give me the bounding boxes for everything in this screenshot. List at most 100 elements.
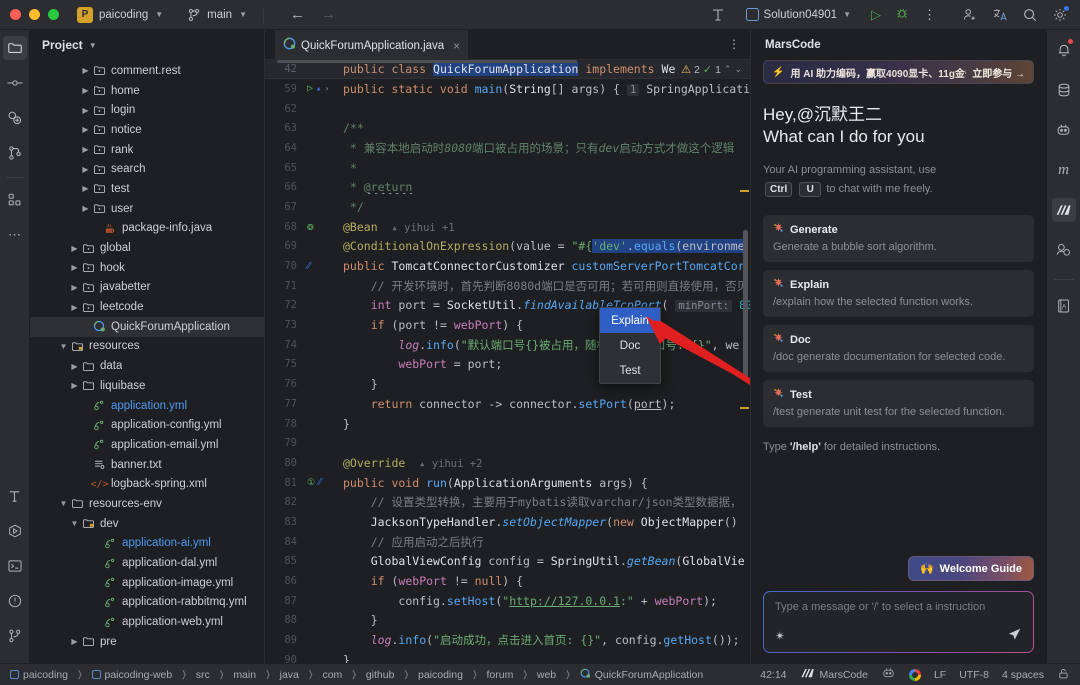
tree-item-leetcode[interactable]: ▶ leetcode [30,297,264,317]
code-line[interactable]: 89 log.info("启动成功，点击进入首页: {}", config.ge… [265,630,750,650]
vertical-scrollbar[interactable] [743,230,748,380]
chevron-right-icon[interactable]: ▶ [80,125,91,134]
chevron-right-icon[interactable]: ▶ [69,303,80,312]
tree-item-search[interactable]: ▶ search [30,159,264,179]
editor-tab-quickforumapplication[interactable]: QuickForumApplication.java × [275,29,469,60]
project-selector[interactable]: P paicoding ▼ [71,5,169,25]
back-arrow-icon[interactable]: ← [290,6,305,23]
tree-item-resources[interactable]: ▼ resources [30,337,264,357]
project-panel-header[interactable]: Project ▼ [30,30,264,60]
code-line[interactable]: 70 ⁄⁄ public TomcatConnectorCustomizer cus… [265,256,750,276]
chevron-right-icon[interactable]: ▶ [80,401,91,410]
chevron-right-icon[interactable]: ▶ [80,145,91,154]
chevron-right-icon[interactable]: ▶ [80,440,91,449]
welcome-guide-button[interactable]: 🙌 Welcome Guide [907,556,1034,581]
chevron-down-icon[interactable]: ▼ [58,342,69,351]
tree-item-resources-env[interactable]: ▼ resources-env [30,494,264,514]
caret-position[interactable]: 42:14 [760,669,786,681]
promo-cta-label[interactable]: 立即参与 → [972,65,1025,80]
tree-item-home[interactable]: ▶ home [30,81,264,101]
send-icon[interactable] [1007,627,1022,645]
tree-item-user[interactable]: ▶ user [30,199,264,219]
chevron-right-icon[interactable]: ▶ [80,421,91,430]
gutter-icons[interactable]: ▷ ▴ › [305,83,338,94]
code-line[interactable]: 84 // 应用启动之后执行 [265,532,750,552]
code-line[interactable]: 64 * 兼容本地启动时8080端口被占用的场景；只有dev启动方式才做这个逻辑 [265,138,750,158]
breadcrumb-item-src[interactable]: src [196,669,210,681]
chevron-right-icon[interactable]: ▶ [80,165,91,174]
code-line[interactable]: 65 * [265,158,750,178]
code-line[interactable]: 87 config.setHost("http://127.0.0.1:" + … [265,591,750,611]
chevron-down-icon[interactable]: ▼ [69,519,80,528]
tree-item-test[interactable]: ▶ test [30,179,264,199]
tree-item-comment-rest[interactable]: ▶ comment.rest [30,61,264,81]
tree-item-rank[interactable]: ▶ rank [30,140,264,160]
context-menu-item-explain[interactable]: Explain [600,308,660,333]
project-tree[interactable]: ▶ comment.rest ▶ home ▶ login ▶ notice ▶ rank ▶ sea… [30,60,264,663]
sidebar-item-more-tools[interactable]: ⋯ [3,223,27,247]
chevron-right-icon[interactable]: ▶ [80,460,91,469]
chevron-right-icon[interactable]: ▶ [91,618,102,627]
message-composer[interactable]: Type a message or '/' to select a instru… [763,591,1034,653]
code-line[interactable]: 78} [265,414,750,434]
chevron-right-icon[interactable]: ▶ [69,244,80,253]
sidebar-item-problems[interactable] [3,589,27,613]
ai-assistant-icon[interactable] [1052,118,1076,142]
marscode-icon[interactable] [1051,198,1076,222]
tree-item-quickforumapplication[interactable]: ▶ QuickForumApplication [30,316,264,337]
chevron-down-icon[interactable]: ▼ [89,41,97,50]
suggestion-card-explain[interactable]: Explain/explain how the selected functio… [763,270,1034,317]
sidebar-item-commit[interactable] [3,71,27,95]
sidebar-item-version-control[interactable] [3,141,27,165]
code-line[interactable]: 88 } [265,611,750,631]
google-icon[interactable] [908,668,921,681]
code-line[interactable]: 62 [265,99,750,119]
tree-item-liquibase[interactable]: ▶ liquibase [30,376,264,396]
tree-item-notice[interactable]: ▶ notice [30,120,264,140]
sidebar-item-terminal[interactable] [3,554,27,578]
close-icon[interactable]: × [453,39,460,53]
tree-item-application-config-yml[interactable]: ▶ application-config.yml [30,415,264,435]
chevron-right-icon[interactable]: ▶ [91,224,102,233]
code-line[interactable]: 90} [265,650,750,663]
tree-item-application-rabbitmq-yml[interactable]: ▶ application-rabbitmq.yml [30,593,264,613]
code-line[interactable]: 63 /** [265,118,750,138]
sparkle-icon[interactable]: ✴ [775,629,785,643]
breadcrumb-item-paicoding[interactable]: paicoding [10,669,68,681]
code-line[interactable]: 82 // 设置类型转换，主要用于mybatis读取varchar/json类型… [265,492,750,512]
sidebar-item-run[interactable] [3,519,27,543]
search-icon[interactable] [1022,7,1038,23]
code-line[interactable]: 67 */ [265,197,750,217]
breadcrumb-item-paicoding-web[interactable]: paicoding-web [91,669,172,681]
breadcrumb-item-com[interactable]: com [322,669,342,681]
sidebar-item-build[interactable] [3,484,27,508]
gutter-icons[interactable]: ① ⁄⁄ [305,477,338,488]
tree-item-application-ai-yml[interactable]: ▶ application-ai.yml [30,534,264,554]
chevron-right-icon[interactable]: ▶ [69,362,80,371]
maximize-window-button[interactable] [48,9,59,20]
code-line[interactable]: 80 @Override ▴ yihui +2 [265,453,750,473]
code-viewport[interactable]: 42 public class QuickForumApplication im… [265,60,750,663]
add-user-icon[interactable] [962,7,978,23]
chevron-right-icon[interactable]: ▶ [80,322,91,331]
tree-item-javabetter[interactable]: ▶ javabetter [30,278,264,298]
code-line[interactable]: 59 ▷ ▴ › public static void main(String[] ar… [265,79,750,99]
breadcrumb-item-java[interactable]: java [280,669,299,681]
sidebar-item-git[interactable] [3,624,27,648]
window-controls[interactable] [0,9,71,20]
tree-item-logback-spring-xml[interactable]: ▶</>logback-spring.xml [30,474,264,494]
code-with-me-icon[interactable] [1052,238,1076,262]
run-configuration-selector[interactable]: Solution04901 ▼ [740,6,857,23]
code-line[interactable]: 86 if (webPort != null) { [265,571,750,591]
code-line[interactable]: 72 int port = SocketUtil.findAvailableTc… [265,296,750,316]
chevron-right-icon[interactable]: ▶ [91,539,102,548]
chevron-right-icon[interactable]: ▶ [91,578,102,587]
sidebar-item-pull-requests[interactable] [3,106,27,130]
code-line[interactable]: 77 return connector -> connector.setPort… [265,394,750,414]
chevron-right-icon[interactable]: ▶ [80,480,91,489]
encoding-label[interactable]: UTF-8 [959,669,989,681]
code-line[interactable]: 68 ❂ @Bean ▴ yihui +1 [265,217,750,237]
tree-item-application-email-yml[interactable]: ▶ application-email.yml [30,435,264,455]
status-marscode[interactable]: MarsCode [800,668,868,682]
bot-icon[interactable] [881,666,896,683]
